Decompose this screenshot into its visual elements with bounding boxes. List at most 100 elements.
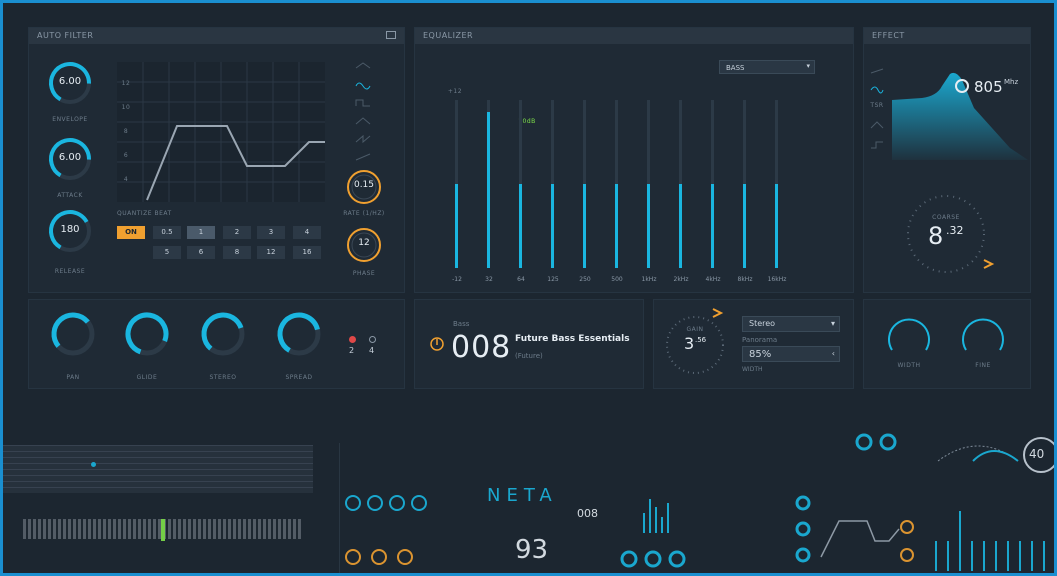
gain-handle-icon[interactable] [712,308,724,318]
gain-frac: .56 [695,336,707,344]
effect-freq-value: 805 [974,78,1003,96]
eq-band-label: 2kHz [673,276,689,283]
eq-top-label: +12 [447,88,463,95]
eq-band-level [551,184,554,268]
phase-label: PHASE [352,270,376,277]
quantize-button[interactable]: 12 [257,246,285,259]
width-label: WIDTH [742,366,763,373]
quantize-button[interactable]: 2 [223,226,251,239]
eq-band-label: 64 [517,276,525,283]
eq-band-level [583,184,586,268]
envelope-label: ENVELOPE [52,116,88,123]
quantize-button[interactable]: 5 [153,246,181,259]
fine-knob[interactable] [958,310,1008,360]
rate-label: RATE (1/HZ) [343,210,385,217]
eq-band-label: 8kHz [737,276,753,283]
pan-knob[interactable] [49,310,97,358]
neta-bars [643,499,669,533]
coarse-frac: .32 [946,224,964,237]
performance-panel: PAN GLIDE STEREO SPREAD 2 4 [28,299,405,389]
width-knob-label: WIDTH [897,362,921,369]
preset-number: 008 [451,330,512,365]
filter-envelope-graph[interactable] [117,62,325,202]
small-value-b: 4 [369,346,375,355]
green-marker [161,519,165,541]
power-icon[interactable] [429,336,445,352]
attack-label: ATTACK [57,192,83,199]
rate-value: 0.15 [353,180,375,190]
graph-tick: 10 [121,104,131,111]
quantize-on-button[interactable]: ON [117,226,145,239]
lower-thumbnails: NETA 93 008 40 [3,425,1054,573]
neta-orange-knobs [345,549,413,565]
spread-knob[interactable] [275,310,323,358]
eq-band-level [615,184,618,268]
eq-band-label: 16kHz [767,276,787,283]
effect-title: EFFECT [864,28,1030,44]
auto-filter-title: AUTO FILTER [29,28,404,44]
panorama-field[interactable]: 85% ‹ [742,346,840,362]
pan-label: PAN [66,374,80,381]
width-knob[interactable] [884,310,934,360]
effect-controls-panel: WIDTH FINE [863,299,1031,389]
app-window: AUTO FILTER 6.00 ENVELOPE 6.00 ATTACK 18… [0,0,1057,576]
gain-label: GAIN [686,326,704,333]
quantize-button[interactable]: 4 [293,226,321,239]
preset-category: Bass [453,320,470,328]
release-label: RELEASE [54,268,86,275]
piano-roll-thumbnail [3,445,313,493]
record-icon[interactable] [349,336,356,343]
quantize-button[interactable]: 8 [223,246,251,259]
glide-label: GLIDE [136,374,158,381]
mode-select-value: Stereo [749,319,776,328]
folder-icon[interactable] [386,31,396,39]
quantize-button[interactable]: 1 [187,226,215,239]
effect-handle[interactable] [954,78,970,94]
quantize-button[interactable]: 16 [293,246,321,259]
voice-panel: GAIN 3 .56 Stereo ▾ Panorama 85% ‹ WIDTH [653,299,854,389]
chevron-down-icon: ▾ [830,319,835,328]
preset-name[interactable]: Future Bass Essentials [515,334,630,344]
quantize-button[interactable]: 0.5 [153,226,181,239]
equalizer-panel: EQUALIZER BASS ▾ +12 10dB -12 32 64 125 250 5… [414,27,854,293]
graph-tick: 6 [123,152,129,159]
eq-band-level [519,184,522,268]
glide-knob[interactable] [123,310,171,358]
eq-band-level [455,184,458,268]
coarse-value: 8 [928,222,944,250]
mode-select[interactable]: Stereo ▾ [742,316,840,332]
preset-tag: (Future) [515,352,543,360]
eq-band-level [711,184,714,268]
panorama-value: 85% [749,349,772,360]
eq-band-label: 1kHz [641,276,657,283]
eq-band-label: 500 [611,276,623,283]
graph-tick: 4 [123,176,129,183]
right-knobs [855,433,897,451]
neta-preset-number: 008 [577,507,598,520]
effect-panel: EFFECT TSR 805 Mhz COARSE 8 .32 [863,27,1031,293]
settings-icon[interactable] [369,336,376,343]
gain-dial[interactable] [664,314,726,376]
stereo-knob[interactable] [199,310,247,358]
eq-band-label: -12 [452,276,462,283]
eq-preset-select[interactable]: BASS ▾ [719,60,815,74]
effect-freq-unit: Mhz [1004,78,1019,86]
auto-filter-panel: AUTO FILTER 6.00 ENVELOPE 6.00 ATTACK 18… [28,27,405,293]
coarse-handle-icon[interactable] [982,258,995,270]
eq-band-level [487,112,490,268]
chevron-down-icon: ▾ [806,62,810,70]
coarse-label: COARSE [932,214,960,221]
eq-band-level [647,184,650,268]
quantize-button[interactable]: 3 [257,226,285,239]
spread-label: SPREAD [285,374,313,381]
quantize-button[interactable]: 6 [187,246,215,259]
small-value-a: 2 [349,346,355,355]
graph-tick: 8 [123,128,129,135]
gain-value: 3 [684,334,695,353]
neta-blue-knobs [620,550,686,568]
effect-curve-icons[interactable] [870,68,884,158]
waveform-icons[interactable] [355,62,371,162]
eq-preset-value: BASS [726,64,745,72]
playhead-marker [91,462,96,467]
neta-knob-row [345,495,427,511]
